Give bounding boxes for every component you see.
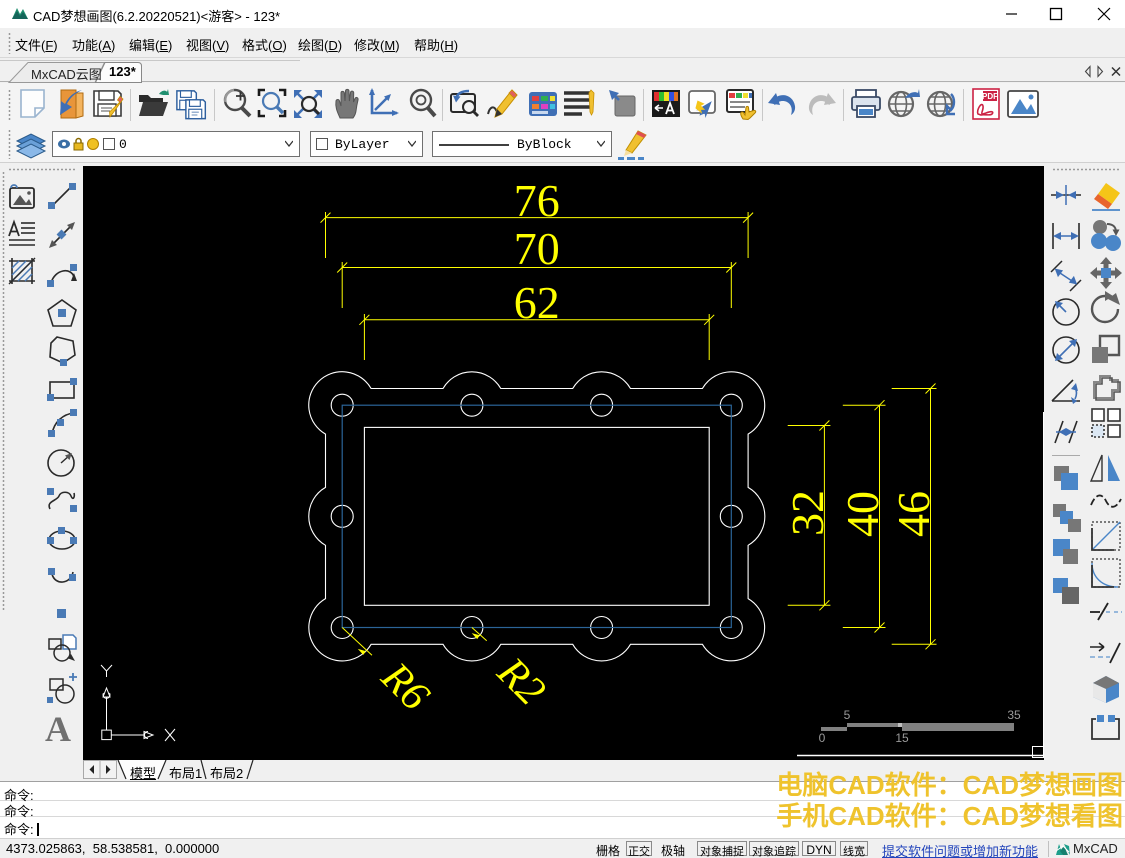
svg-text:R6: R6: [372, 653, 438, 719]
svg-text:0: 0: [819, 731, 826, 745]
svg-text:62: 62: [514, 277, 560, 328]
svg-text:32: 32: [782, 490, 833, 536]
svg-text:35: 35: [1007, 708, 1021, 722]
svg-text:R2: R2: [488, 648, 554, 714]
svg-text:5: 5: [844, 708, 851, 722]
svg-text:46: 46: [888, 491, 939, 537]
svg-text:70: 70: [514, 223, 560, 274]
svg-text:76: 76: [514, 175, 560, 226]
svg-text:40: 40: [837, 491, 888, 537]
svg-text:15: 15: [895, 731, 909, 745]
svg-text:PDF: PDF: [982, 92, 998, 101]
